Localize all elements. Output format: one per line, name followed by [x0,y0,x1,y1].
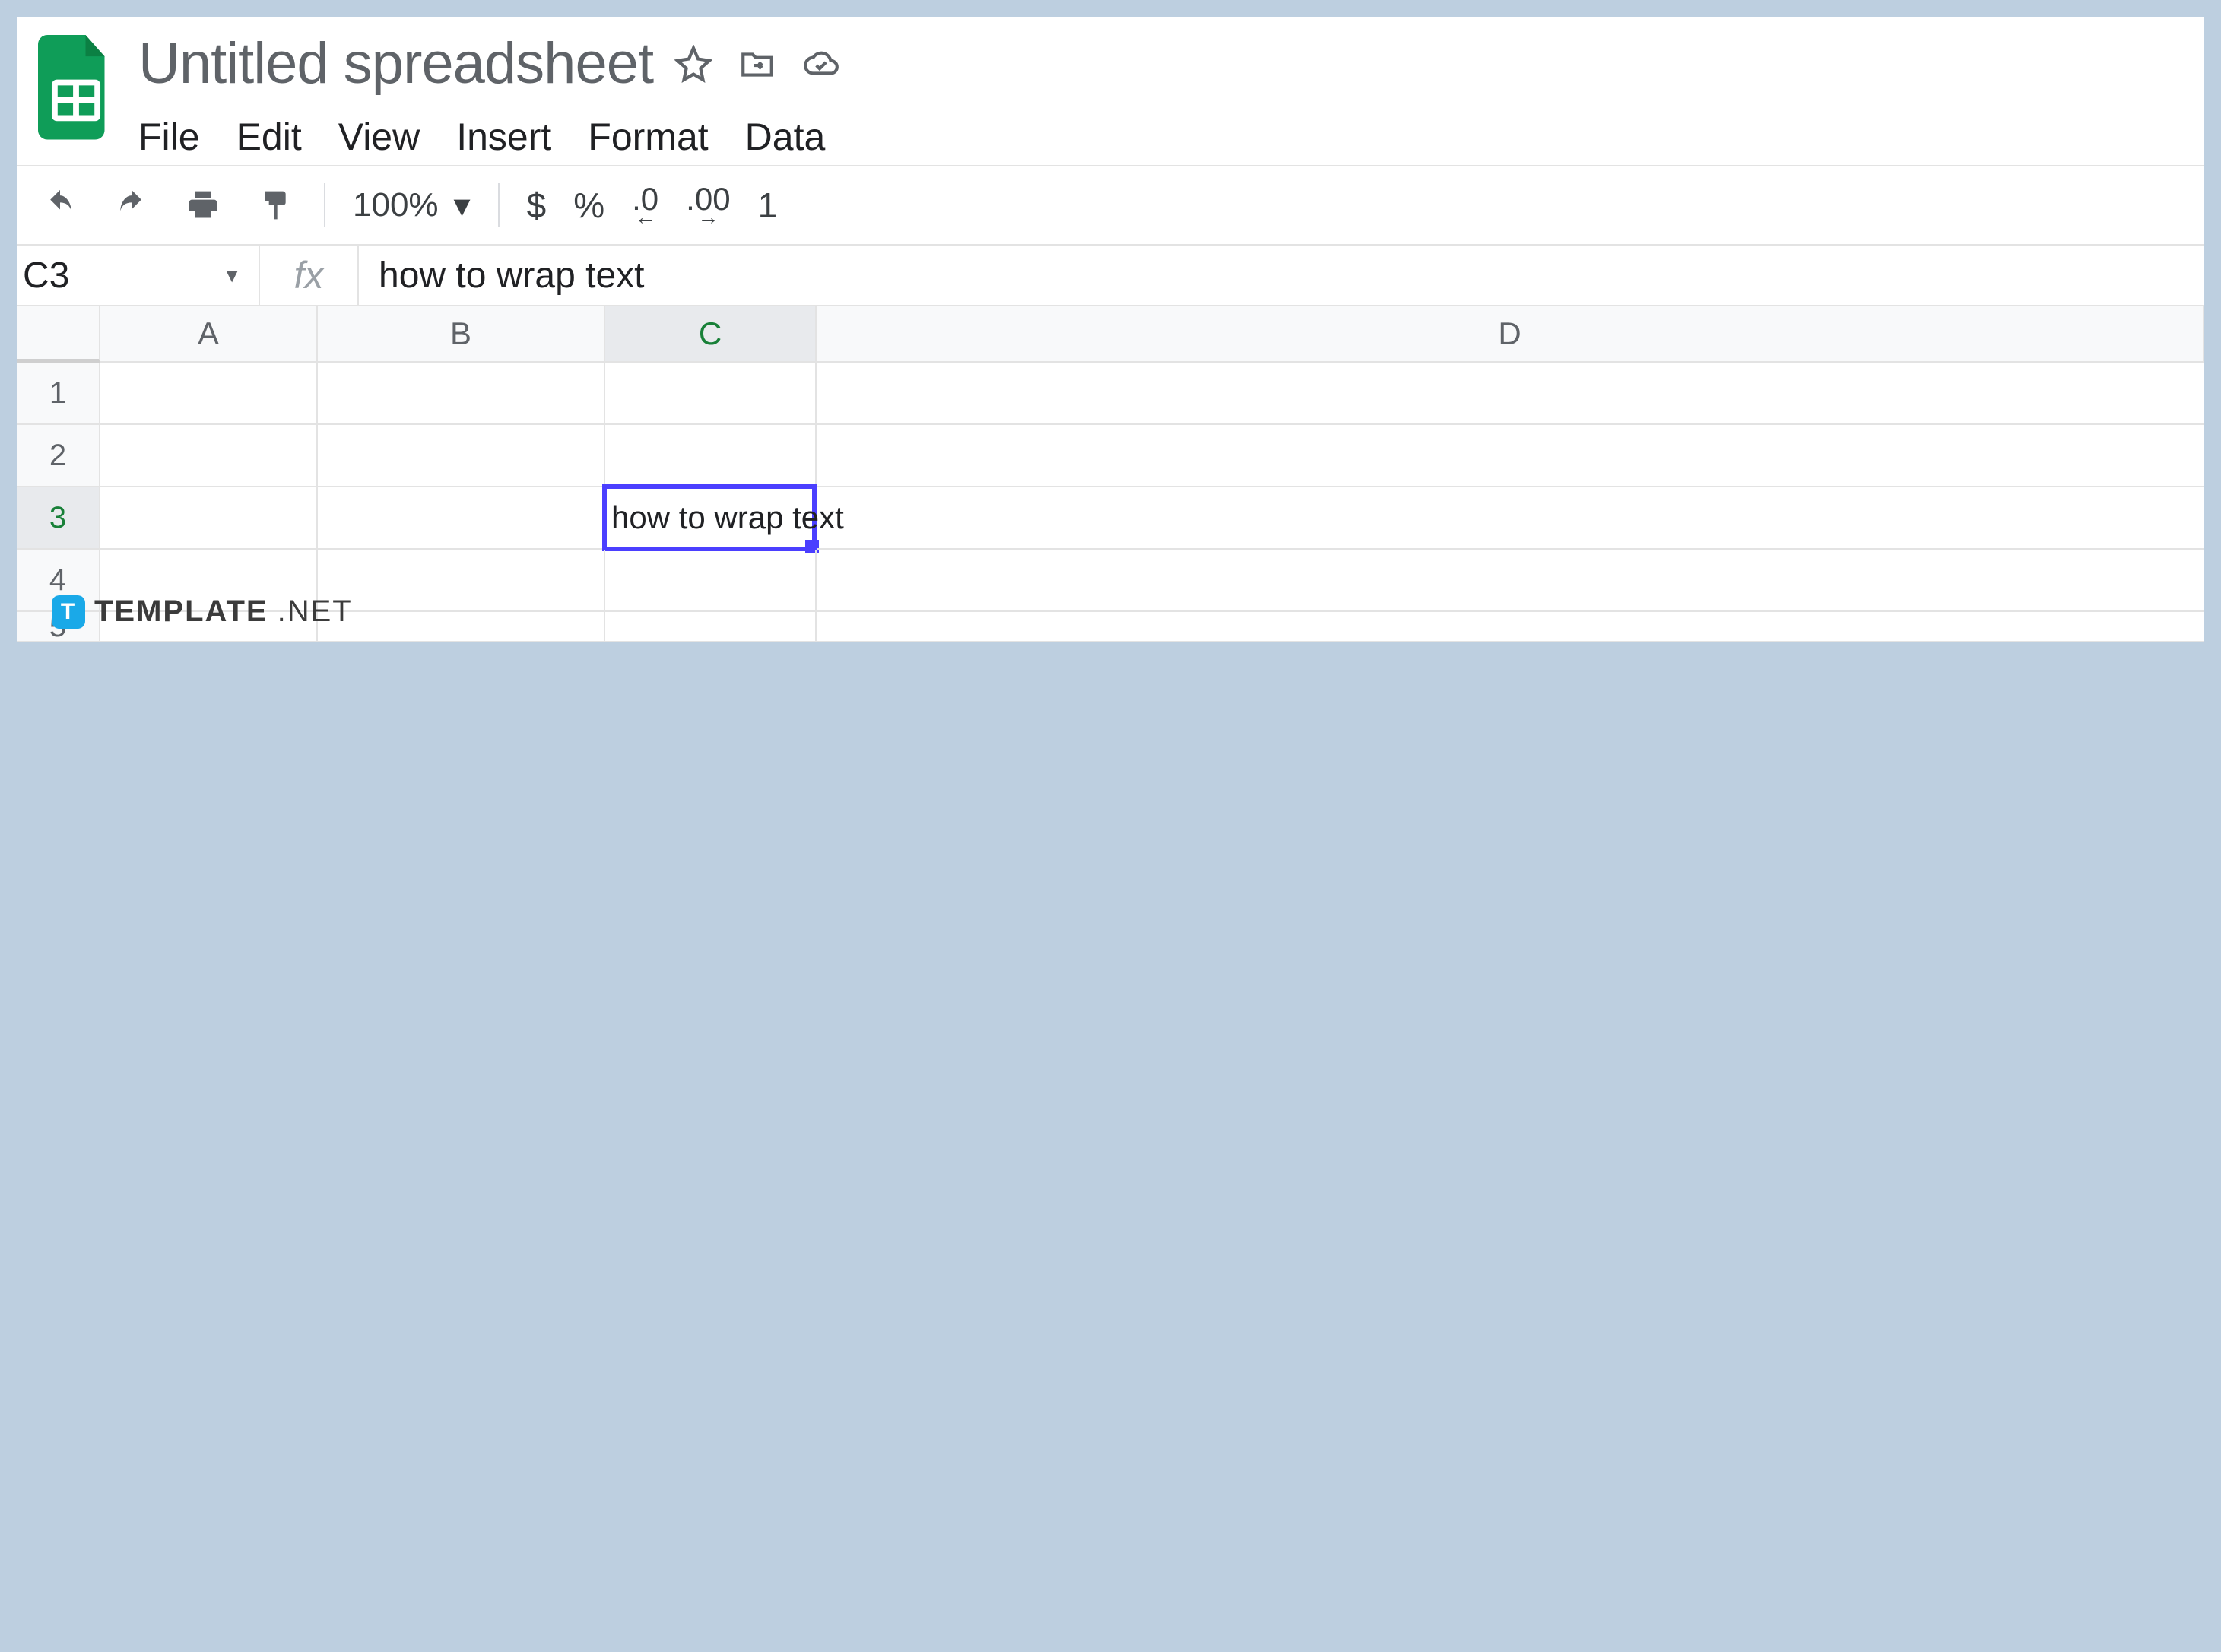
move-folder-icon[interactable] [738,45,776,83]
menu-bar: File Edit View Insert Format Data [138,97,2183,159]
decrease-decimal-button[interactable]: .0 ← [632,186,658,224]
cell-value: how to wrap text [611,499,844,536]
toolbar-separator [324,183,325,227]
row-header-2[interactable]: 2 [17,425,100,487]
arrow-left-icon: ← [635,211,656,224]
toolbar-separator [498,183,500,227]
cloud-status-icon[interactable] [802,45,840,83]
cell[interactable] [817,550,2204,612]
redo-icon[interactable] [109,187,154,224]
star-icon[interactable] [674,45,712,83]
sheets-logo-icon[interactable] [38,35,114,138]
format-currency-button[interactable]: $ [527,185,547,226]
fx-label: fx [260,246,359,305]
cell[interactable] [318,612,605,642]
menu-format[interactable]: Format [588,115,708,159]
font-size-fragment[interactable]: 1 [758,185,778,226]
name-box[interactable]: C3 ▼ [17,246,260,305]
watermark: T TEMPLATE .NET [52,595,353,629]
app-window: Untitled spreadsheet File Edit View Inse… [15,15,2206,644]
formula-input[interactable]: how to wrap text [359,246,2204,305]
column-header-d[interactable]: D [817,306,2204,363]
column-header-a[interactable]: A [100,306,318,363]
cell[interactable] [605,363,817,425]
row-header-3[interactable]: 3 [17,487,100,550]
zoom-dropdown[interactable]: 100% ▾ [353,186,471,225]
cell[interactable] [817,363,2204,425]
watermark-badge-icon: T [52,595,85,629]
spreadsheet-grid: A B C D 1 2 3 how to [17,306,2204,642]
select-all-corner[interactable] [17,306,100,363]
cell[interactable] [318,487,605,550]
paint-format-icon[interactable] [252,187,297,224]
document-title[interactable]: Untitled spreadsheet [138,30,653,97]
cell[interactable] [100,487,318,550]
toolbar: 100% ▾ $ % .0 ← .00 → 1 [17,165,2204,246]
cell[interactable] [817,487,2204,550]
cell[interactable] [605,612,817,642]
menu-insert[interactable]: Insert [456,115,551,159]
column-header-c[interactable]: C [605,306,817,363]
menu-data[interactable]: Data [745,115,826,159]
cell[interactable] [605,425,817,487]
cell[interactable] [817,612,2204,642]
watermark-brand: TEMPLATE [94,595,268,629]
increase-decimal-button[interactable]: .00 → [686,186,730,224]
row-header-1[interactable]: 1 [17,363,100,425]
print-icon[interactable] [181,187,225,224]
cell[interactable] [605,550,817,612]
chevron-down-icon: ▾ [454,186,471,225]
cell[interactable] [318,425,605,487]
menu-file[interactable]: File [138,115,200,159]
cell[interactable] [100,363,318,425]
column-header-b[interactable]: B [318,306,605,363]
watermark-suffix: .NET [278,595,353,629]
menu-view[interactable]: View [338,115,420,159]
zoom-value: 100% [353,186,439,224]
cell[interactable] [817,425,2204,487]
header: Untitled spreadsheet File Edit View Inse… [17,17,2204,165]
menu-edit[interactable]: Edit [236,115,302,159]
cell[interactable] [318,550,605,612]
cell-reference: C3 [23,255,69,296]
chevron-down-icon: ▼ [222,264,242,287]
format-percent-button[interactable]: % [573,185,604,226]
cell-c3-selected[interactable]: how to wrap text [605,487,817,550]
arrow-right-icon: → [697,211,719,224]
undo-icon[interactable] [38,187,82,224]
formula-bar: C3 ▼ fx how to wrap text [17,246,2204,306]
cell[interactable] [100,425,318,487]
cell[interactable] [318,363,605,425]
